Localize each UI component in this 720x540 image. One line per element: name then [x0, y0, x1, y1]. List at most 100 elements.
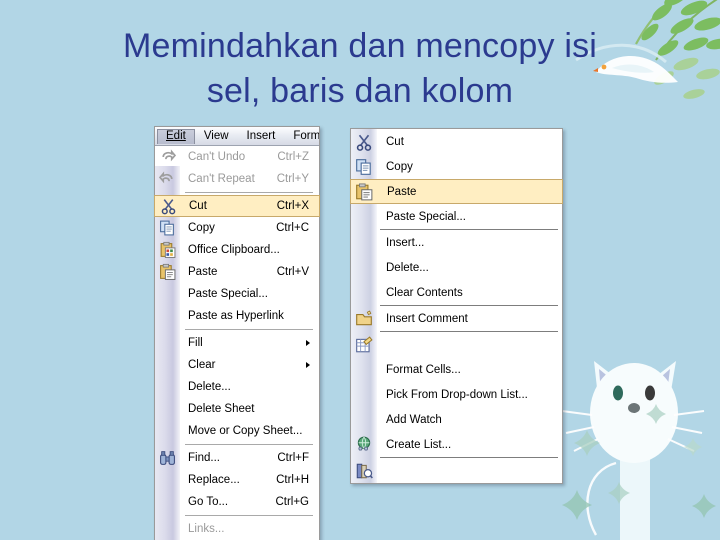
context-item-insert-comment[interactable]: Insert Comment — [351, 306, 562, 331]
menubar-edit-label: Edit — [166, 129, 186, 142]
menu-item-go-to[interactable]: Go To... Ctrl+G — [155, 491, 319, 513]
hyperlink-icon — [357, 436, 371, 451]
menu-item-cut[interactable]: Cut Ctrl+X — [154, 195, 320, 217]
menu-item-find[interactable]: Find... Ctrl+F — [155, 447, 319, 469]
menu-item-paste-special[interactable]: Paste Special... — [155, 283, 319, 305]
title-line-1: Memindahkan dan mencopy isi — [122, 27, 598, 65]
menu-item-label: Paste — [188, 266, 218, 278]
edit-menu-dropdown[interactable]: Edit View Insert Format T Can't Und — [154, 126, 320, 540]
menubar-item-format[interactable]: Format — [284, 129, 319, 144]
menu-item-label: Copy — [188, 222, 215, 234]
menu-item-cant-undo[interactable]: Can't Undo Ctrl+Z — [155, 146, 319, 168]
menu-item-accel: Ctrl+F — [277, 452, 309, 464]
scissors-icon — [161, 199, 176, 215]
menu-item-label: Delete Sheet — [188, 403, 255, 415]
menu-item-accel: Ctrl+X — [276, 200, 309, 212]
menu-separator — [185, 329, 313, 330]
context-item-paste[interactable]: Paste — [350, 179, 563, 204]
context-item-copy[interactable]: Copy — [351, 154, 562, 179]
menu-item-accel: Ctrl+Y — [276, 173, 309, 185]
context-item-hyperlink[interactable]: Create List... — [351, 432, 562, 457]
menubar-view-label: View — [203, 129, 229, 142]
menu-item-replace[interactable]: Replace... Ctrl+H — [155, 469, 319, 491]
menu-separator — [185, 192, 313, 193]
menu-item-accel: Ctrl+H — [276, 474, 309, 486]
menu-item-accel: Ctrl+V — [276, 266, 309, 278]
redo-icon — [159, 171, 173, 184]
context-item-pick-from-dropdown-list[interactable]: Format Cells... — [351, 357, 562, 382]
menu-item-fill[interactable]: Fill — [155, 332, 319, 354]
context-item-add-watch[interactable]: Pick From Drop-down List... — [351, 382, 562, 407]
menu-item-label: Clear Contents — [386, 286, 463, 299]
chevron-right-icon — [306, 362, 310, 368]
insert-comment-icon — [356, 310, 372, 325]
menu-item-label: Delete... — [386, 261, 429, 274]
menubar-item-edit[interactable]: Edit — [157, 128, 195, 144]
menu-item-label: Paste as Hyperlink — [188, 310, 284, 322]
menu-item-paste-as-hyperlink[interactable]: Paste as Hyperlink — [155, 305, 319, 327]
menu-item-label: Move or Copy Sheet... — [188, 425, 303, 437]
menu-item-label: Paste — [387, 185, 417, 198]
context-item-create-list[interactable]: Add Watch — [351, 407, 562, 432]
menu-item-accel: Ctrl+Z — [277, 151, 309, 163]
menu-item-label: Paste Special... — [386, 210, 466, 223]
menu-item-office-clipboard[interactable]: Office Clipboard... — [155, 239, 319, 261]
menubar-item-insert[interactable]: Insert — [238, 129, 285, 144]
context-item-clear-contents[interactable]: Clear Contents — [351, 280, 562, 305]
menu-item-label: Insert... — [386, 236, 425, 249]
menu-item-delete-sheet[interactable]: Delete Sheet — [155, 398, 319, 420]
menu-item-label: Format Cells... — [386, 363, 461, 376]
paste-icon — [356, 182, 373, 200]
context-item-insert[interactable]: Insert... — [351, 230, 562, 255]
scissors-icon — [356, 134, 372, 151]
format-cells-icon — [356, 335, 373, 352]
clover-decoration — [608, 482, 630, 504]
edit-menu-items: Can't Undo Ctrl+Z Can't Repeat Ctrl+Y Cu… — [154, 146, 320, 540]
menu-item-delete[interactable]: Delete... — [155, 376, 319, 398]
copy-icon — [160, 220, 174, 236]
context-item-cut[interactable]: Cut — [351, 129, 562, 154]
menu-item-label: Find... — [188, 452, 220, 464]
menu-item-cant-repeat[interactable]: Can't Repeat Ctrl+Y — [155, 168, 319, 190]
menu-item-label: Can't Undo — [188, 151, 246, 163]
menu-item-links[interactable]: Links... — [155, 518, 319, 540]
clover-decoration — [646, 404, 666, 424]
clover-decoration — [562, 490, 592, 520]
context-item-delete[interactable]: Delete... — [351, 255, 562, 280]
menu-item-label: Copy — [386, 160, 413, 173]
context-item-paste-special[interactable]: Paste Special... — [351, 204, 562, 229]
menu-item-label: Paste Special... — [188, 288, 268, 300]
chevron-right-icon — [306, 340, 310, 346]
undo-icon — [162, 149, 176, 162]
cell-context-menu[interactable]: Cut Copy Paste Paste Special... Insert..… — [350, 128, 563, 484]
menu-item-label: Create List... — [386, 438, 452, 451]
binoculars-icon — [160, 451, 175, 465]
menu-item-move-or-copy-sheet[interactable]: Move or Copy Sheet... — [155, 420, 319, 442]
menu-item-label: Clear — [188, 359, 216, 371]
menu-bar[interactable]: Edit View Insert Format T — [155, 127, 319, 146]
menu-item-label: Cut — [189, 200, 207, 212]
clover-decoration — [684, 438, 702, 456]
menubar-item-view[interactable]: View — [195, 129, 238, 144]
clover-decoration — [574, 430, 600, 456]
paste-icon — [160, 263, 176, 280]
context-item-format-cells[interactable] — [351, 332, 562, 357]
menu-item-paste[interactable]: Paste Ctrl+V — [155, 261, 319, 283]
menu-item-label: Add Watch — [386, 413, 442, 426]
context-item-look-up[interactable] — [351, 458, 562, 483]
title-line-2: sel, baris dan kolom — [206, 72, 514, 110]
lookup-icon — [356, 463, 373, 478]
menu-item-label: Cut — [386, 135, 404, 148]
menu-item-copy[interactable]: Copy Ctrl+C — [155, 217, 319, 239]
menu-item-accel: Ctrl+G — [275, 496, 309, 508]
copy-icon — [356, 158, 371, 175]
menu-item-clear[interactable]: Clear — [155, 354, 319, 376]
menu-item-label: Fill — [188, 337, 203, 349]
slide-title: Memindahkan dan mencopy isi sel, baris d… — [0, 24, 720, 114]
menu-item-label: Go To... — [188, 496, 229, 508]
menu-item-accel: Ctrl+C — [276, 222, 309, 234]
menu-item-label: Insert Comment — [386, 312, 468, 325]
menubar-format-label: Format — [293, 129, 319, 142]
office-clipboard-icon — [160, 241, 176, 258]
menubar-insert-label: Insert — [246, 129, 276, 142]
